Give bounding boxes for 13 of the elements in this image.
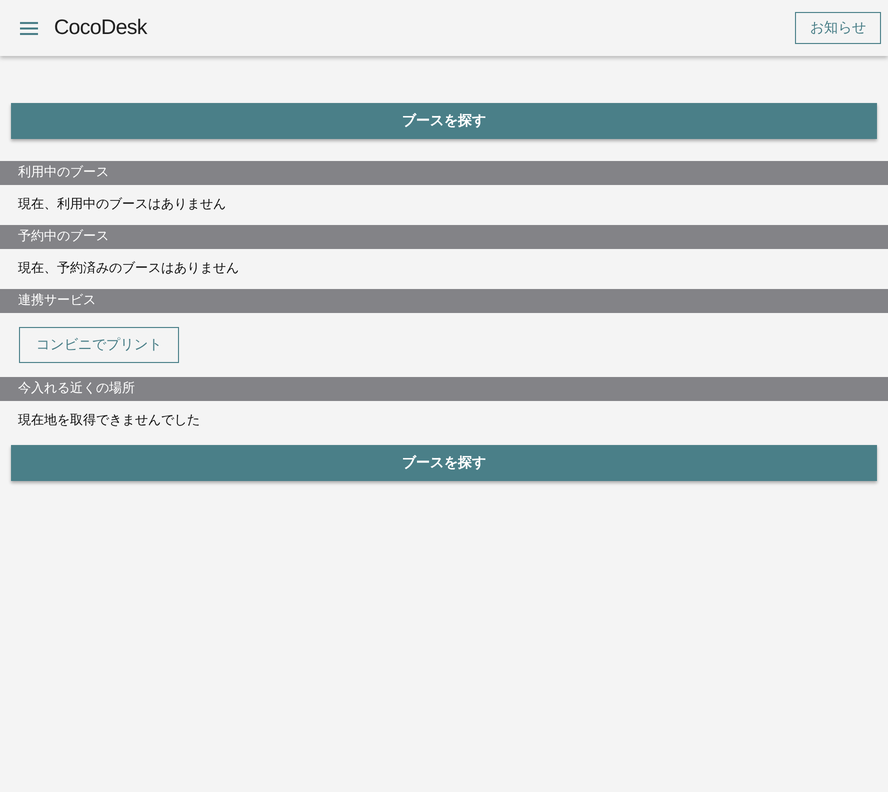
print-button[interactable]: コンビニでプリント bbox=[19, 327, 179, 363]
status-message: 現在、利用中のブースはありません bbox=[18, 196, 226, 214]
section-header: 連携サービス bbox=[0, 289, 888, 313]
section-header: 予約中のブース bbox=[0, 225, 888, 249]
search-booth-button[interactable]: ブースを探す bbox=[11, 445, 877, 481]
search-booth-button[interactable]: ブースを探す bbox=[11, 103, 877, 139]
status-message: 現在地を取得できませんでした bbox=[18, 412, 200, 430]
notice-button[interactable]: お知らせ bbox=[795, 12, 881, 44]
section-header: 利用中のブース bbox=[0, 161, 888, 185]
status-message: 現在、予約済みのブースはありません bbox=[18, 260, 239, 278]
app-logo: CocoDesk bbox=[54, 15, 147, 42]
section-header: 今入れる近くの場所 bbox=[0, 377, 888, 401]
menu-icon[interactable] bbox=[20, 22, 38, 34]
